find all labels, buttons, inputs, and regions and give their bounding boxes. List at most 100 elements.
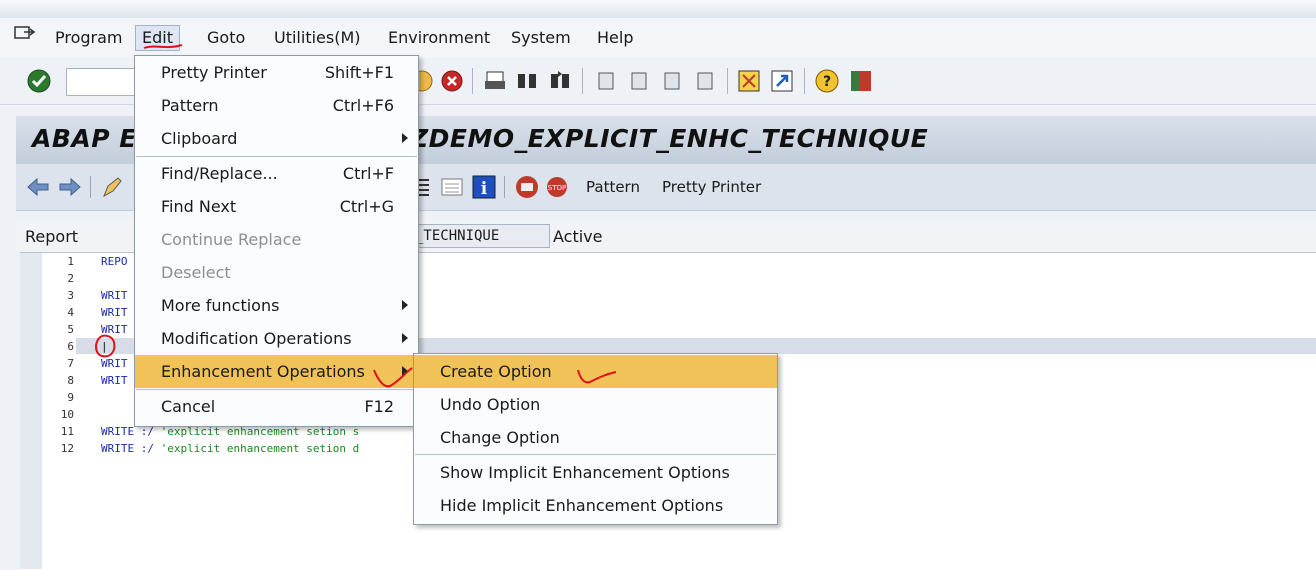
prev-page-icon[interactable]	[627, 69, 651, 93]
menu-item-label: Change Option	[440, 428, 560, 447]
menu-item-modification-operations[interactable]: Modification Operations	[135, 322, 418, 355]
menu-item-label: Deselect	[161, 263, 231, 282]
menu-item-label: Find/Replace...	[161, 164, 278, 183]
menu-item-label: Pretty Printer	[161, 63, 267, 82]
line-number: 8	[67, 374, 74, 387]
menu-item-label: Show Implicit Enhancement Options	[440, 463, 730, 482]
create-session-icon[interactable]	[737, 69, 761, 93]
menu-item-label: Clipboard	[161, 129, 238, 148]
menu-item-deselect: Deselect	[135, 256, 418, 289]
menu-item-label: Enhancement Operations	[161, 362, 365, 381]
line-number: 2	[67, 272, 74, 285]
menu-bar: Program Edit Goto Utilities(M) Environme…	[0, 18, 1316, 58]
display-change-icon[interactable]	[100, 174, 126, 200]
menu-item-find-replace[interactable]: Find/Replace... Ctrl+F	[135, 157, 418, 190]
info-icon[interactable]: i	[472, 175, 496, 199]
menu-utilities[interactable]: Utilities(M)	[268, 26, 367, 50]
print-icon[interactable]	[483, 69, 507, 93]
toolbar-separator	[504, 176, 505, 198]
menu-item-shortcut: Ctrl+F6	[332, 96, 394, 115]
menu-environment[interactable]: Environment	[382, 26, 496, 50]
menu-item-label: Create Option	[440, 362, 552, 381]
layout-icon[interactable]	[849, 69, 873, 93]
annotation-check	[577, 369, 617, 384]
line-number: 1	[67, 255, 74, 268]
menu-item-shortcut: Ctrl+F	[342, 164, 394, 183]
line-number: 7	[67, 357, 74, 370]
menu-item-show-implicit-options[interactable]: Show Implicit Enhancement Options	[414, 456, 777, 489]
app-menu-icon[interactable]	[14, 24, 36, 42]
editor-gutter	[20, 253, 43, 569]
code-line[interactable]: WRIT	[101, 306, 128, 319]
menu-item-more-functions[interactable]: More functions	[135, 289, 418, 322]
toolbar-separator	[90, 176, 91, 198]
window-top-strip	[0, 0, 1316, 19]
menu-item-change-option[interactable]: Change Option	[414, 421, 777, 454]
menu-item-label: Cancel	[161, 397, 216, 416]
menu-item-find-next[interactable]: Find Next Ctrl+G	[135, 190, 418, 223]
pattern-button[interactable]: Pattern	[586, 178, 640, 196]
toolbar-separator	[804, 68, 805, 94]
menu-item-label: Hide Implicit Enhancement Options	[440, 496, 724, 515]
line-number: 9	[67, 391, 74, 404]
svg-text:STOP: STOP	[548, 184, 566, 192]
toolbar-separator	[727, 68, 728, 94]
menu-item-label: Modification Operations	[161, 329, 352, 348]
menu-item-label: More functions	[161, 296, 280, 315]
command-field[interactable]	[66, 68, 138, 96]
cancel-icon[interactable]	[440, 69, 464, 93]
submenu-arrow-icon	[402, 333, 408, 343]
help-icon[interactable]: ?	[815, 69, 839, 93]
code-string: 'explicit enhancement setion d	[160, 442, 360, 455]
menu-system[interactable]: System	[505, 26, 577, 50]
menu-item-pretty-printer[interactable]: Pretty Printer Shift+F1	[135, 56, 418, 89]
report-name-field[interactable]: _TECHNIQUE	[410, 224, 550, 248]
toolbar-separator	[472, 68, 473, 94]
first-page-icon[interactable]	[594, 69, 618, 93]
back-arrow-icon[interactable]	[26, 176, 50, 198]
find-icon[interactable]	[515, 69, 539, 93]
object-list-icon[interactable]	[514, 174, 540, 200]
menu-item-continue-replace: Continue Replace	[135, 223, 418, 256]
annotation-circle	[95, 334, 116, 358]
menu-help[interactable]: Help	[591, 26, 639, 50]
menu-item-clipboard[interactable]: Clipboard	[135, 122, 418, 155]
pretty-printer-button[interactable]: Pretty Printer	[662, 178, 761, 196]
shortcut-icon[interactable]	[770, 69, 794, 93]
menu-item-shortcut: F12	[364, 397, 394, 416]
menu-item-label: Continue Replace	[161, 230, 302, 249]
code-keyword: WRITE :/	[101, 442, 161, 455]
menu-item-cancel[interactable]: Cancel F12	[135, 390, 418, 423]
enter-check-icon[interactable]	[27, 69, 51, 93]
stop-icon[interactable]: STOP	[546, 174, 572, 200]
menu-item-undo-option[interactable]: Undo Option	[414, 388, 777, 421]
report-label: Report	[25, 227, 79, 246]
page-title-program: ZDEMO_EXPLICIT_ENHC_TECHNIQUE	[410, 124, 929, 153]
menu-item-label: Find Next	[161, 197, 237, 216]
menu-program[interactable]: Program	[49, 26, 129, 50]
list-icon[interactable]	[440, 176, 464, 198]
menu-goto[interactable]: Goto	[201, 26, 251, 50]
last-page-icon[interactable]	[693, 69, 717, 93]
menu-item-label: Undo Option	[440, 395, 541, 414]
line-number: 5	[67, 323, 74, 336]
menu-separator	[415, 454, 776, 455]
menu-item-hide-implicit-options[interactable]: Hide Implicit Enhancement Options	[414, 489, 777, 522]
code-line[interactable]: WRITE :/ 'explicit enhancement setion d	[101, 442, 359, 455]
code-line[interactable]: WRIT	[101, 289, 128, 302]
next-page-icon[interactable]	[660, 69, 684, 93]
menu-item-shortcut: Ctrl+G	[339, 197, 394, 216]
code-line[interactable]: REPO	[101, 255, 128, 268]
menu-item-pattern[interactable]: Pattern Ctrl+F6	[135, 89, 418, 122]
menu-item-shortcut: Shift+F1	[324, 63, 394, 82]
code-line[interactable]: WRIT	[101, 374, 128, 387]
find-next-icon[interactable]	[548, 69, 572, 93]
svg-text:?: ?	[823, 74, 831, 90]
line-number: 4	[67, 306, 74, 319]
submenu-arrow-icon	[402, 133, 408, 143]
line-number: 10	[60, 408, 74, 421]
submenu-arrow-icon	[402, 300, 408, 310]
line-number: 11	[60, 425, 74, 438]
report-status: Active	[553, 227, 603, 246]
forward-arrow-icon[interactable]	[58, 176, 82, 198]
